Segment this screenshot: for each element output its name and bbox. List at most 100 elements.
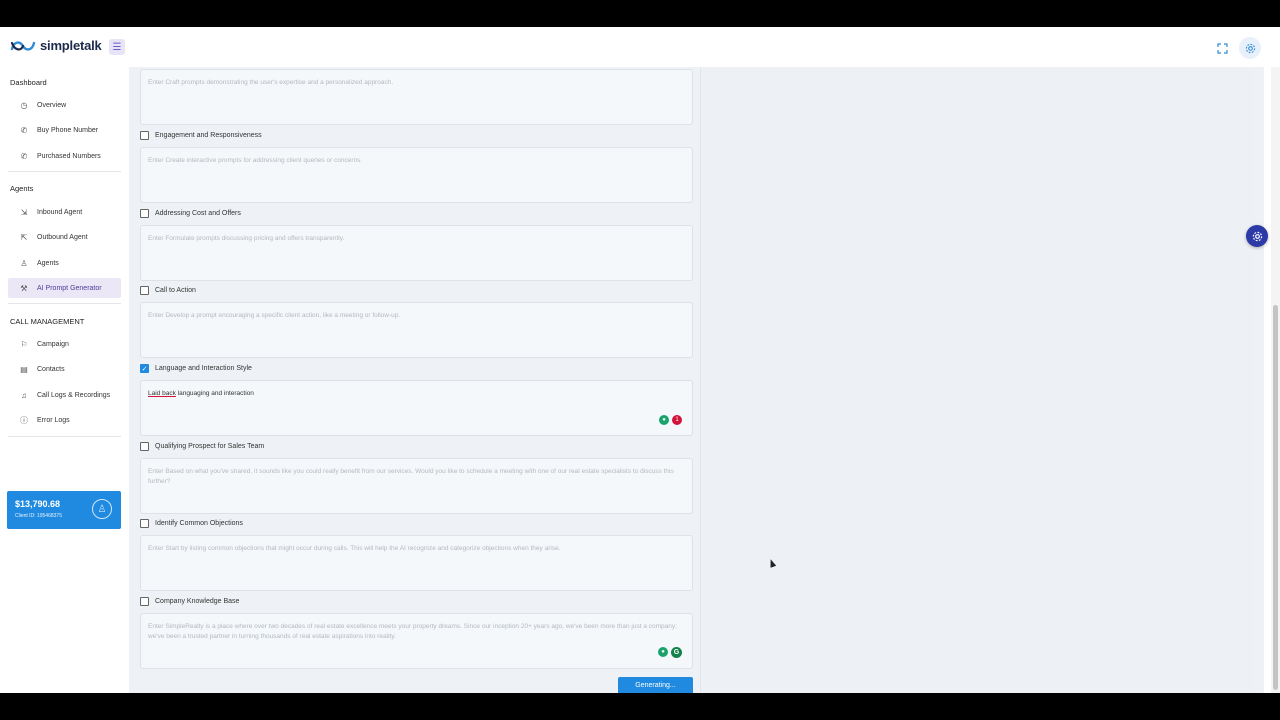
cost-offers-textarea[interactable]: Enter Formulate prompts discussing prici… — [140, 225, 693, 281]
textarea-placeholder: Enter Based on what you've shared, it so… — [148, 468, 674, 485]
textarea-placeholder: Enter Formulate prompts discussing prici… — [148, 235, 345, 242]
qualifying-prospect-textarea[interactable]: Enter Based on what you've shared, it so… — [140, 458, 693, 514]
section-language-style[interactable]: ✓ Language and Interaction Style — [140, 364, 252, 373]
checkbox[interactable] — [140, 209, 149, 218]
output-panel — [700, 67, 1253, 693]
sidebar-item-label: Campaign — [37, 340, 69, 348]
checkbox[interactable] — [140, 519, 149, 528]
sidebar-item-label: Inbound Agent — [37, 208, 83, 216]
floating-settings-button[interactable] — [1246, 225, 1268, 247]
sidebar-item-label: Overview — [37, 101, 67, 109]
checkbox[interactable] — [140, 597, 149, 606]
sidebar-item-agents[interactable]: ♙ Agents — [8, 253, 121, 273]
sidebar-item-outbound-agent[interactable]: ⇱ Outbound Agent — [8, 227, 121, 247]
textarea-placeholder: Enter Craft prompts demonstrating the us… — [148, 79, 394, 86]
checkbox[interactable] — [140, 286, 149, 295]
sidebar-item-label: Outbound Agent — [37, 233, 88, 241]
logo[interactable]: simpletalk — [10, 38, 102, 53]
checkbox[interactable] — [140, 442, 149, 451]
page-scrollbar[interactable] — [1271, 67, 1280, 693]
sidebar-item-label: Agents — [37, 259, 59, 267]
hamburger-icon: ☰ — [112, 41, 122, 53]
section-label: Qualifying Prospect for Sales Team — [155, 443, 265, 450]
sidebar-section-dashboard: Dashboard — [10, 78, 47, 87]
logo-icon — [10, 40, 36, 51]
section-cost-offers[interactable]: Addressing Cost and Offers — [140, 209, 241, 218]
sidebar-item-label: Contacts — [37, 365, 65, 373]
balance-card[interactable]: $13,790.68 Client ID: 195468375 ♙ — [7, 491, 121, 529]
inbound-icon: ⇲ — [20, 207, 28, 217]
sidebar-item-ai-prompt-generator[interactable]: ⚒ AI Prompt Generator — [8, 278, 121, 298]
sidebar-item-purchased-numbers[interactable]: ✆ Purchased Numbers — [8, 146, 121, 166]
knowledge-base-textarea[interactable]: Enter SimpleRealty is a place where over… — [140, 613, 693, 669]
grammarly-widget[interactable]: ● 1 — [659, 415, 682, 425]
sidebar-item-error-logs[interactable]: ⓘ Error Logs — [8, 410, 121, 430]
section-label: Identify Common Objections — [155, 520, 243, 527]
textarea-placeholder: Enter SimpleRealty is a place where over… — [148, 623, 677, 640]
client-id: Client ID: 195468375 — [15, 513, 62, 519]
user-icon: ♙ — [20, 258, 28, 268]
sidebar-item-label: Buy Phone Number — [37, 126, 99, 134]
section-knowledge-base[interactable]: Company Knowledge Base — [140, 597, 239, 606]
sidebar-divider — [8, 436, 121, 437]
sidebar-item-inbound-agent[interactable]: ⇲ Inbound Agent — [8, 202, 121, 222]
common-objections-textarea[interactable]: Enter Start by listing common objections… — [140, 535, 693, 591]
alert-icon: ⓘ — [20, 415, 28, 425]
section-label: Language and Interaction Style — [155, 365, 252, 372]
grammarly-widget[interactable]: ● G — [658, 647, 682, 658]
settings-button[interactable] — [1239, 37, 1261, 59]
gear-icon — [1245, 43, 1255, 53]
microphone-icon: ♫ — [21, 390, 27, 400]
phone-icon: ✆ — [20, 151, 28, 161]
textarea-placeholder: Enter Develop a prompt encouraging a spe… — [148, 312, 401, 319]
section-label: Engagement and Responsiveness — [155, 132, 262, 139]
language-style-textarea[interactable]: Laid back languaging and interaction ● 1 — [140, 380, 693, 436]
menu-toggle-button[interactable]: ☰ — [109, 39, 125, 55]
sidebar-item-contacts[interactable]: ▤ Contacts — [8, 359, 121, 379]
sidebar-item-campaign[interactable]: ⚐ Campaign — [8, 334, 121, 354]
sidebar-item-call-logs[interactable]: ♫ Call Logs & Recordings — [8, 385, 121, 405]
gear-icon — [1252, 231, 1262, 241]
section-label: Addressing Cost and Offers — [155, 210, 241, 217]
avatar[interactable]: ♙ — [92, 499, 112, 519]
sidebar-item-label: Call Logs & Recordings — [37, 391, 111, 399]
grammarly-count-badge: 1 — [672, 415, 682, 425]
section-call-to-action[interactable]: Call to Action — [140, 286, 196, 295]
section-qualifying-prospect[interactable]: Qualifying Prospect for Sales Team — [140, 442, 264, 451]
generate-button[interactable]: Generating... — [618, 677, 693, 693]
app-name: simpletalk — [40, 38, 102, 53]
fullscreen-button[interactable] — [1213, 39, 1231, 57]
main-content: Enter Craft prompts demonstrating the us… — [129, 67, 1264, 693]
user-icon: ♙ — [97, 503, 107, 515]
section-common-objections[interactable]: Identify Common Objections — [140, 519, 243, 528]
outbound-icon: ⇱ — [20, 232, 28, 242]
fullscreen-icon — [1216, 42, 1228, 54]
craft-prompt-textarea[interactable]: Enter Craft prompts demonstrating the us… — [140, 69, 693, 125]
call-to-action-textarea[interactable]: Enter Develop a prompt encouraging a spe… — [140, 302, 693, 358]
phone-icon: ✆ — [20, 125, 28, 135]
scroll-thumb[interactable] — [1273, 305, 1278, 690]
engagement-textarea[interactable]: Enter Create interactive prompts for add… — [140, 147, 693, 203]
sidebar-section-call-management: CALL MANAGEMENT — [10, 317, 85, 326]
grammarly-icon: ● — [658, 647, 668, 657]
sidebar-item-label: Purchased Numbers — [37, 152, 101, 160]
sidebar-item-label: Error Logs — [37, 416, 70, 424]
grammarly-icon: ● — [659, 415, 669, 425]
section-label: Call to Action — [155, 287, 196, 294]
app-viewport: simpletalk ☰ Dashboard ◷ Overview ✆ Buy Ph… — [0, 27, 1280, 693]
textarea-placeholder: Enter Start by listing common objections… — [148, 545, 561, 552]
sidebar-item-overview[interactable]: ◷ Overview — [8, 95, 121, 115]
sidebar-item-label: AI Prompt Generator — [37, 284, 102, 292]
checkbox[interactable] — [140, 131, 149, 140]
dashboard-icon: ◷ — [20, 100, 28, 110]
sidebar-divider — [8, 171, 121, 172]
checkbox-checked[interactable]: ✓ — [140, 364, 149, 373]
textarea-placeholder: Enter Create interactive prompts for add… — [148, 157, 363, 164]
sidebar-item-buy-phone-number[interactable]: ✆ Buy Phone Number — [8, 120, 121, 140]
sidebar: Dashboard ◷ Overview ✆ Buy Phone Number ✆ P… — [0, 67, 129, 693]
textarea-value: languaging and interaction — [177, 390, 254, 397]
flag-icon: ⚐ — [20, 339, 28, 349]
sidebar-divider — [8, 303, 121, 304]
top-bar: simpletalk ☰ — [0, 27, 1280, 67]
section-engagement[interactable]: Engagement and Responsiveness — [140, 131, 262, 140]
